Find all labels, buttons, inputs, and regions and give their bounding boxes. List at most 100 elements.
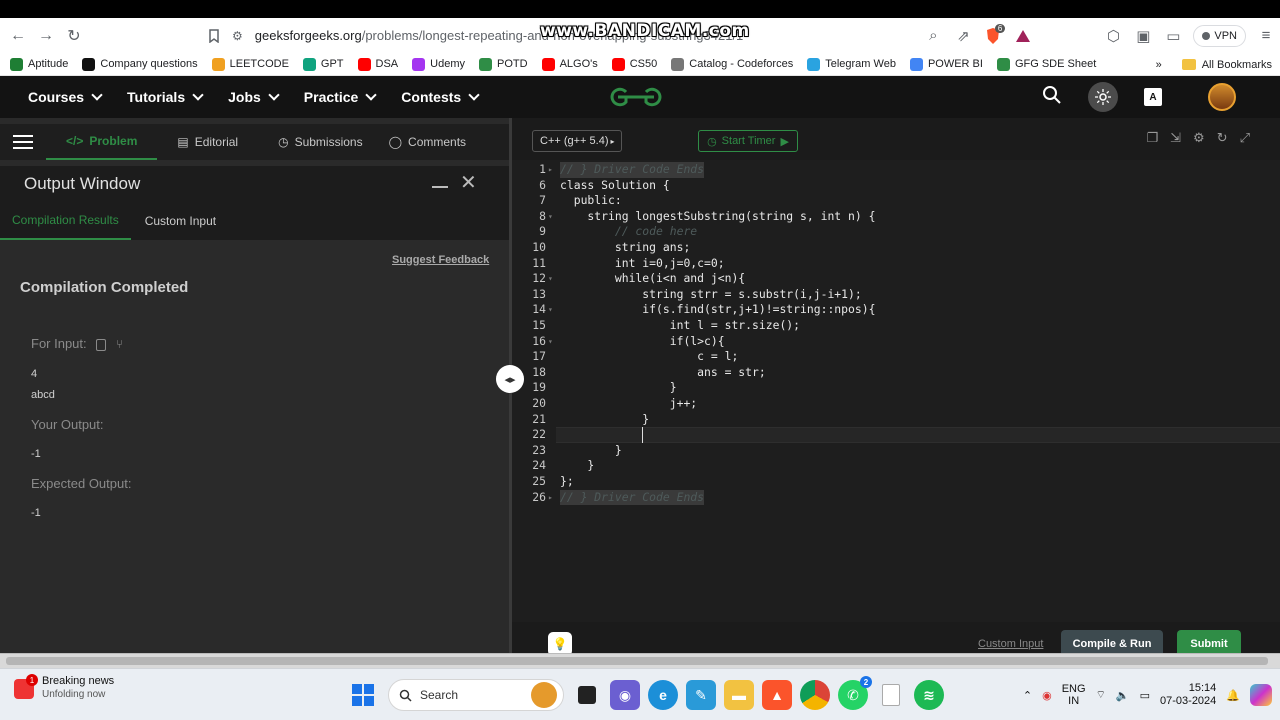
bookmark-item[interactable]: POWER BI xyxy=(909,57,983,71)
chrome-icon[interactable] xyxy=(800,680,830,710)
edge-icon[interactable]: e xyxy=(648,680,678,710)
bookmark-item[interactable]: LEETCODE xyxy=(211,57,289,71)
vpn-button[interactable]: VPN xyxy=(1193,24,1246,47)
reset-icon[interactable]: ↻ xyxy=(1217,130,1228,150)
bookmark-item[interactable]: GFG SDE Sheet xyxy=(996,57,1096,71)
share-icon[interactable]: ⇗ xyxy=(949,22,977,50)
code-line: 7 public: xyxy=(512,193,1280,209)
tab-editorial[interactable]: ▤ Editorial xyxy=(157,124,258,160)
menu-icon[interactable]: ≡ xyxy=(1252,22,1280,50)
bookmark-item[interactable]: CS50 xyxy=(611,57,657,71)
nav-item-jobs[interactable]: Jobs xyxy=(228,89,280,105)
settings-icon[interactable]: ⚙ xyxy=(1193,130,1205,150)
tab-problem[interactable]: </> Problem xyxy=(46,124,158,160)
notification-bell-icon[interactable]: 🔔 xyxy=(1226,689,1240,702)
chat-icon[interactable]: ◉ xyxy=(610,680,640,710)
code-line: 1 ▸ // } Driver Code Ends xyxy=(512,162,1280,178)
bookmark-item[interactable]: POTD xyxy=(479,57,528,71)
bookmark-icon[interactable] xyxy=(200,22,228,50)
horizontal-scrollbar[interactable] xyxy=(0,653,1280,668)
code-line: 21 } xyxy=(512,412,1280,428)
code-line: 24 } xyxy=(512,458,1280,474)
fold-toggle-icon[interactable]: ▾ xyxy=(548,271,553,287)
site-info-icon[interactable]: ⚙ xyxy=(232,29,243,43)
suggest-feedback-link[interactable]: Suggest Feedback xyxy=(392,254,489,266)
bookmark-item[interactable]: Telegram Web xyxy=(807,57,896,71)
whatsapp-icon[interactable]: ✆ 2 xyxy=(838,676,872,710)
wifi-icon[interactable]: ⌔ xyxy=(1096,688,1106,702)
tab-custom-input[interactable]: Custom Input xyxy=(131,202,228,240)
theme-toggle-button[interactable] xyxy=(1088,82,1118,112)
back-icon[interactable]: ← xyxy=(4,22,32,50)
forward-icon[interactable]: → xyxy=(32,22,60,50)
tab-submissions[interactable]: ◷ Submissions xyxy=(258,124,383,160)
copy-icon[interactable] xyxy=(96,338,107,351)
line-number: 17 xyxy=(532,349,546,364)
reload-icon[interactable]: ↻ xyxy=(60,22,88,50)
user-avatar[interactable] xyxy=(1208,83,1236,111)
sidebar-icon[interactable]: ▣ xyxy=(1129,22,1157,50)
fold-toggle-icon[interactable]: ▸ xyxy=(548,490,553,506)
search-icon[interactable] xyxy=(1042,85,1062,110)
news-widget[interactable]: 1 Breaking news Unfolding now xyxy=(14,674,114,700)
brave-shield-icon[interactable]: 6 xyxy=(979,22,1007,50)
clock[interactable]: 15:14 07-03-2024 xyxy=(1160,682,1216,708)
bookmark-item[interactable]: Aptitude xyxy=(10,57,68,71)
close-icon[interactable]: ✕ xyxy=(460,170,477,195)
copy-code-icon[interactable]: ❐ xyxy=(1146,130,1158,150)
nav-item-tutorials[interactable]: Tutorials xyxy=(127,89,204,105)
vpn-label: VPN xyxy=(1214,29,1237,42)
language-indicator[interactable]: ENG IN xyxy=(1062,683,1086,707)
copilot-icon[interactable] xyxy=(1250,684,1272,706)
gfg-logo[interactable] xyxy=(608,84,664,110)
nav-item-practice[interactable]: Practice xyxy=(304,89,377,105)
tab-compilation-results[interactable]: Compilation Results xyxy=(0,202,131,240)
zoom-icon[interactable]: ⌕ xyxy=(919,22,947,50)
taskbar-search[interactable]: Search xyxy=(388,679,564,711)
nav-item-contests[interactable]: Contests xyxy=(401,89,480,105)
bookmark-item[interactable]: ALGO's xyxy=(541,57,598,71)
tab-problem-label: Problem xyxy=(89,134,138,148)
vscode-icon[interactable]: ✎ xyxy=(686,680,716,710)
brave-browser-icon[interactable]: ▲ xyxy=(762,680,792,710)
extensions-icon[interactable]: ⬡ xyxy=(1099,22,1127,50)
spotify-icon[interactable]: ≋ xyxy=(914,680,944,710)
scrollbar-thumb[interactable] xyxy=(6,657,1268,665)
start-timer-button[interactable]: ◷ Start Timer ▶ xyxy=(698,130,798,152)
wallet-icon[interactable]: ▭ xyxy=(1159,22,1187,50)
windows-start-icon[interactable] xyxy=(352,684,374,706)
fold-toggle-icon[interactable]: ▾ xyxy=(548,209,553,225)
fold-toggle-icon[interactable]: ▸ xyxy=(548,162,553,178)
bookmark-item[interactable]: Udemy xyxy=(412,57,465,71)
hamburger-menu-icon[interactable] xyxy=(0,124,46,160)
tab-comments[interactable]: ◯ Comments xyxy=(383,124,472,160)
nav-item-courses[interactable]: Courses xyxy=(28,89,103,105)
custom-input-link[interactable]: Custom Input xyxy=(978,638,1043,650)
branch-icon[interactable]: ⑂ xyxy=(116,337,123,351)
all-bookmarks-link[interactable]: All Bookmarks xyxy=(1202,59,1272,71)
recording-watermark: www.BANDICAM.com xyxy=(540,21,750,41)
volume-icon[interactable]: 🔈 xyxy=(1116,689,1130,702)
export-icon[interactable]: ⇲ xyxy=(1170,130,1181,150)
task-view-icon[interactable] xyxy=(578,686,596,704)
brave-rewards-icon[interactable] xyxy=(1009,22,1037,50)
fold-toggle-icon[interactable]: ▾ xyxy=(548,302,553,318)
security-icon[interactable]: ◉ xyxy=(1042,689,1052,702)
bookmark-item[interactable]: Company questions xyxy=(82,57,198,71)
bookmark-item[interactable]: Catalog - Codeforces xyxy=(671,57,793,71)
translate-icon[interactable]: A xyxy=(1144,88,1162,106)
fold-toggle-icon[interactable]: ▾ xyxy=(548,334,553,350)
bookmark-item[interactable]: DSA xyxy=(357,57,398,71)
bookmark-item[interactable]: GPT xyxy=(302,57,344,71)
chevron-up-icon[interactable]: ⌃ xyxy=(1023,689,1032,702)
splitter-handle-icon[interactable]: ◂▸ xyxy=(496,365,524,393)
language-select[interactable]: C++ (g++ 5.4) ▸ xyxy=(532,130,622,152)
fullscreen-icon[interactable]: ⤢ xyxy=(1240,130,1250,150)
line-number: 13 xyxy=(532,286,546,301)
for-input-label: For Input: xyxy=(31,336,87,351)
bookmarks-overflow-button[interactable]: » xyxy=(1156,59,1162,71)
file-explorer-icon[interactable]: ▬ xyxy=(724,680,754,710)
battery-icon[interactable]: ▭ xyxy=(1140,689,1150,702)
notepad-icon[interactable] xyxy=(882,684,900,706)
minimize-icon[interactable] xyxy=(432,186,448,188)
